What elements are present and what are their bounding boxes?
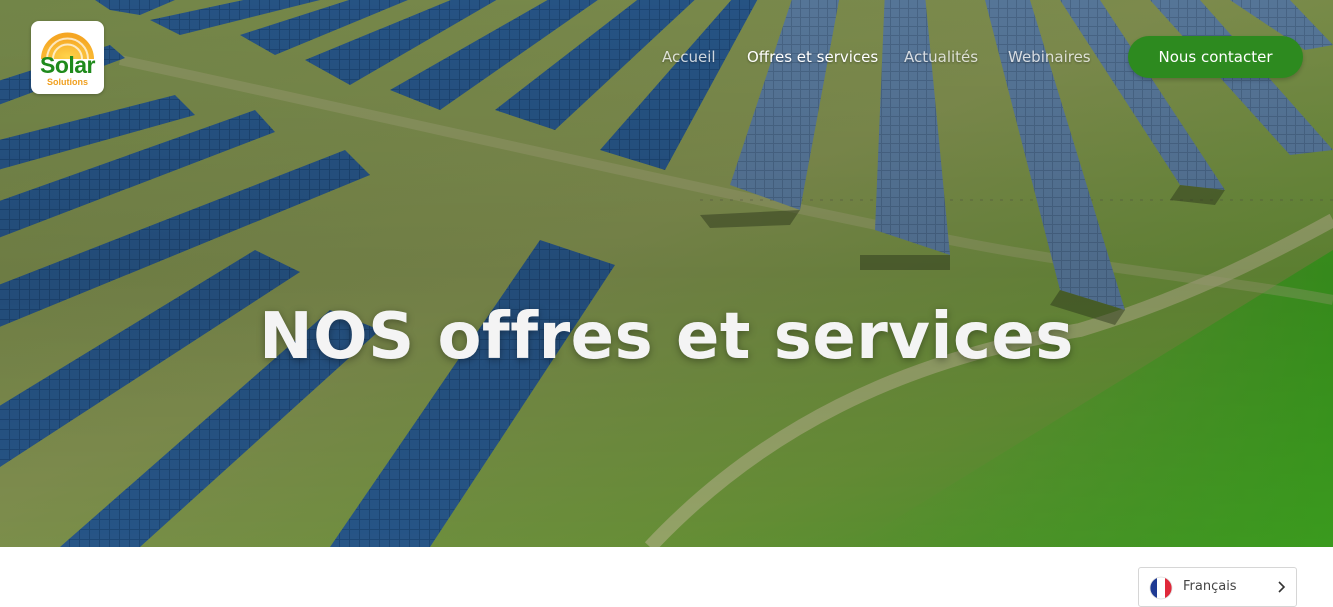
hero-overlay [0,0,1333,547]
nav-item-offres-et-services[interactable]: Offres et services [747,48,878,66]
solar-solutions-logo[interactable]: Solar Solutions [31,21,104,94]
contact-button[interactable]: Nous contacter [1128,36,1303,78]
nav-item-webinaires[interactable]: Webinaires [1008,48,1091,66]
page-title: NOS offres et services [259,299,1074,374]
hero-banner: Solar Solutions Accueil Offres et servic… [0,0,1333,547]
language-selector[interactable]: Français [1138,567,1297,607]
chevron-right-icon [1278,581,1286,593]
france-flag-icon [1149,576,1173,600]
nav-item-accueil[interactable]: Accueil [662,48,716,66]
logo-tagline: Solutions [47,77,88,87]
language-label: Français [1183,579,1237,594]
logo-wordmark: Solar [39,52,96,78]
nav-item-actualites[interactable]: Actualités [904,48,978,66]
